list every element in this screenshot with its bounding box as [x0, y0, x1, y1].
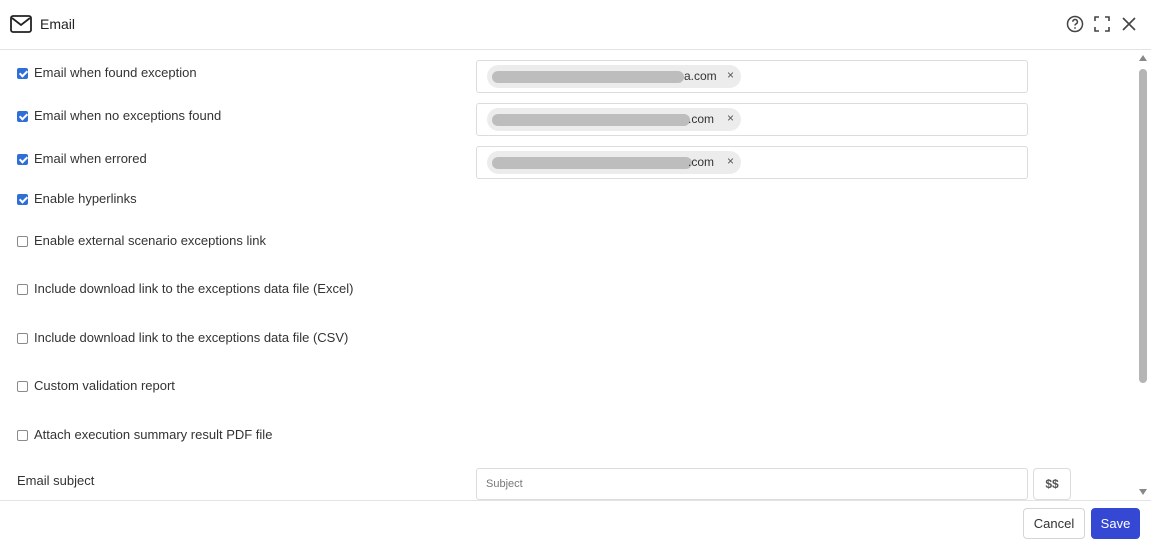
- recipient-text: .com: [688, 155, 715, 169]
- option-label: Email when errored: [34, 151, 147, 166]
- redacted-email: [492, 157, 692, 169]
- checkbox[interactable]: [17, 154, 28, 165]
- scroll-thumb[interactable]: [1139, 69, 1147, 383]
- dialog-header: Email: [0, 0, 1151, 50]
- remove-chip-icon[interactable]: ×: [727, 111, 734, 125]
- option-label: Include download link to the exceptions …: [34, 330, 349, 345]
- email-settings-form: Email when found exception Email when no…: [0, 51, 1151, 500]
- recipient-text: a.com: [684, 69, 717, 83]
- option-label: Email when no exceptions found: [34, 108, 222, 123]
- insert-variable-button[interactable]: $$: [1033, 468, 1071, 500]
- checkbox[interactable]: [17, 111, 28, 122]
- help-icon[interactable]: [1065, 14, 1085, 34]
- recipient-text: .com: [688, 112, 715, 126]
- redacted-email: [492, 71, 684, 83]
- recipients-errored-input[interactable]: .com ×: [476, 146, 1028, 179]
- email-subject-label: Email subject: [17, 473, 95, 488]
- mail-icon: [10, 15, 32, 33]
- recipients-found-exception-input[interactable]: a.com ×: [476, 60, 1028, 93]
- checkbox[interactable]: [17, 284, 28, 295]
- fullscreen-icon[interactable]: [1092, 14, 1112, 34]
- option-label: Include download link to the exceptions …: [34, 281, 354, 296]
- recipient-chip: .com ×: [487, 151, 741, 174]
- scroll-down-arrow-icon[interactable]: [1139, 489, 1147, 495]
- close-icon[interactable]: [1119, 14, 1139, 34]
- cancel-button[interactable]: Cancel: [1023, 508, 1085, 539]
- checkbox[interactable]: [17, 68, 28, 79]
- checkbox[interactable]: [17, 430, 28, 441]
- redacted-email: [492, 114, 690, 126]
- recipient-chip: a.com ×: [487, 65, 741, 88]
- email-subject-input[interactable]: [476, 468, 1028, 500]
- remove-chip-icon[interactable]: ×: [727, 154, 734, 168]
- vertical-scrollbar[interactable]: [1137, 51, 1149, 500]
- checkbox[interactable]: [17, 381, 28, 392]
- dialog-footer: Cancel Save: [0, 500, 1151, 543]
- option-label: Enable external scenario exceptions link: [34, 233, 266, 248]
- recipients-no-exceptions-input[interactable]: .com ×: [476, 103, 1028, 136]
- checkbox[interactable]: [17, 333, 28, 344]
- dialog-title: Email: [40, 16, 76, 32]
- checkbox[interactable]: [17, 194, 28, 205]
- scroll-up-arrow-icon[interactable]: [1139, 55, 1147, 61]
- option-label: Custom validation report: [34, 378, 175, 393]
- checkbox[interactable]: [17, 236, 28, 247]
- remove-chip-icon[interactable]: ×: [727, 68, 734, 82]
- save-button[interactable]: Save: [1091, 508, 1140, 539]
- recipient-chip: .com ×: [487, 108, 741, 131]
- option-label: Email when found exception: [34, 65, 197, 80]
- option-label: Enable hyperlinks: [34, 191, 137, 206]
- option-label: Attach execution summary result PDF file: [34, 427, 273, 442]
